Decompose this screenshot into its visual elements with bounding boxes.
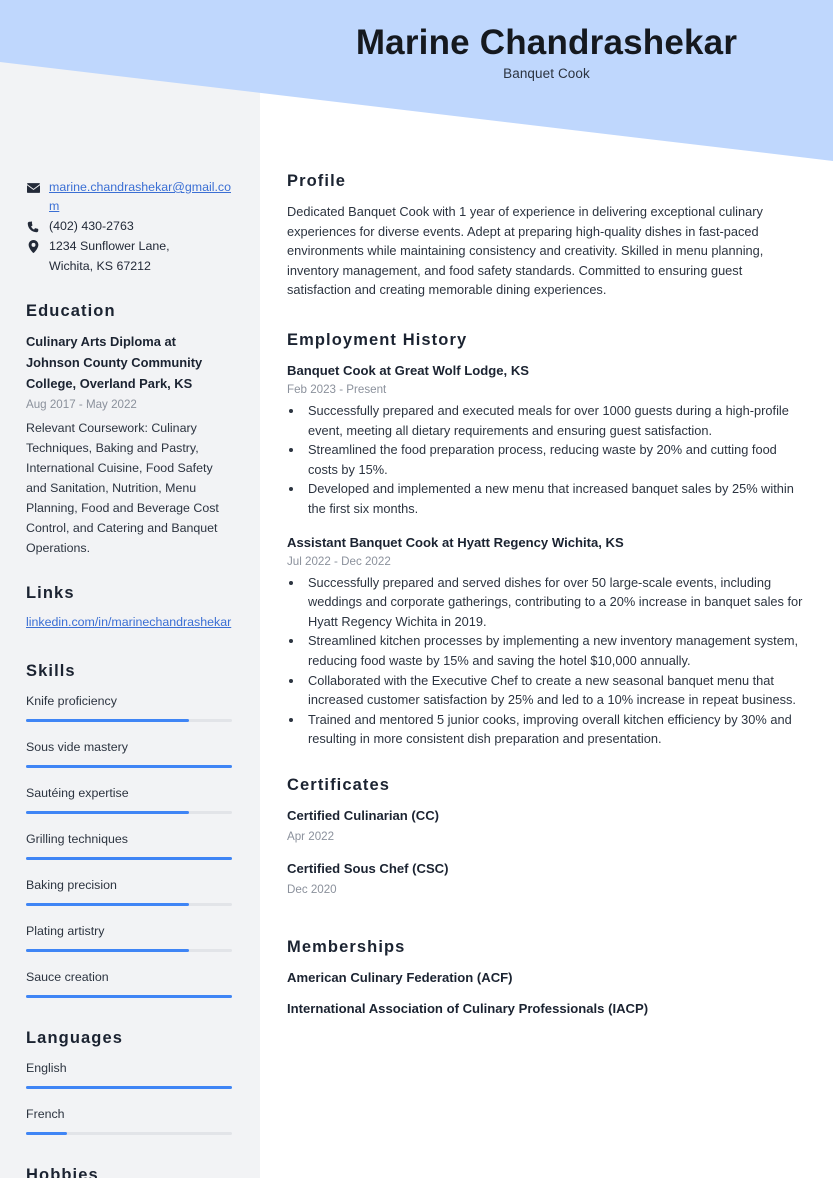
link-linkedin[interactable]: linkedin.com/in/marinechandrashekar [26, 613, 231, 632]
education-title: Culinary Arts Diploma at Johnson County … [26, 334, 203, 391]
header-job-title: Banquet Cook [503, 66, 590, 82]
membership-item: International Association of Culinary Pr… [287, 1000, 649, 1016]
skill-track [26, 949, 232, 952]
job-bullet: Streamlined the food preparation process… [304, 440, 809, 479]
sidebar: marine.chandrashekar@gmail.com (402) 430… [0, 0, 260, 1178]
skill-track [26, 765, 232, 768]
certificate-date: Dec 2020 [287, 882, 337, 896]
skill-label: Plating artistry [26, 924, 105, 938]
map-pin-icon [26, 237, 40, 256]
employment-entry: Assistant Banquet Cook at Hyatt Regency … [287, 533, 809, 749]
skill-track [26, 811, 232, 814]
skill-track [26, 903, 232, 906]
job-bullet: Streamlined kitchen processes by impleme… [304, 631, 809, 670]
language-track [26, 1132, 232, 1135]
contact-address-row: 1234 Sunflower Lane, [26, 237, 232, 256]
skill-label: Baking precision [26, 878, 117, 892]
contact-address-line2: Wichita, KS 67212 [49, 259, 151, 273]
language-label: English [26, 1061, 67, 1075]
membership-item: American Culinary Federation (ACF) [287, 969, 513, 985]
language-fill [26, 1132, 68, 1135]
skill-item: Baking precision [26, 875, 232, 906]
employment-entry: Banquet Cook at Great Wolf Lodge, KS Feb… [287, 361, 809, 519]
page-title: Marine Chandrashekar [355, 23, 738, 62]
section-heading-profile: Profile [287, 172, 347, 190]
contact-list: marine.chandrashekar@gmail.com (402) 430… [26, 178, 232, 256]
education-entry: Culinary Arts Diploma at Johnson County … [26, 331, 232, 558]
job-bullet: Successfully prepared and served dishes … [304, 573, 809, 632]
skill-item: Sous vide mastery [26, 737, 232, 768]
skill-item: Grilling techniques [26, 829, 232, 860]
language-item: English [26, 1058, 232, 1089]
email-link[interactable]: marine.chandrashekar@gmail.com [49, 180, 231, 213]
job-bullet-list: Successfully prepared and executed meals… [304, 401, 809, 519]
language-item: French [26, 1104, 232, 1135]
section-heading-hobbies: Hobbies [26, 1166, 99, 1178]
section-heading-certificates: Certificates [287, 775, 391, 794]
skill-fill [26, 719, 189, 722]
contact-email-row[interactable]: marine.chandrashekar@gmail.com [26, 178, 232, 216]
profile-text: Dedicated Banquet Cook with 1 year of ex… [287, 204, 764, 298]
resume-page: Marine Chandrashekar Banquet Cook marine… [0, 0, 833, 1178]
contact-email-value[interactable]: marine.chandrashekar@gmail.com [49, 178, 232, 216]
job-title: Banquet Cook at Great Wolf Lodge, KS [287, 362, 530, 378]
skill-item: Sauce creation [26, 967, 232, 998]
certificate-entry: Certified Sous Chef (CSC) Dec 2020 [287, 859, 809, 899]
job-bullet-list: Successfully prepared and served dishes … [304, 573, 809, 749]
skill-label: Grilling techniques [26, 832, 128, 846]
skill-item: Sautéing expertise [26, 783, 232, 814]
skill-track [26, 719, 232, 722]
certificate-date: Apr 2022 [287, 829, 335, 843]
contact-phone-value: (402) 430-2763 [49, 219, 134, 233]
education-description: Relevant Coursework: Culinary Techniques… [26, 421, 219, 555]
job-bullet: Successfully prepared and executed meals… [304, 401, 809, 440]
skill-fill [26, 857, 232, 860]
skill-fill [26, 995, 232, 998]
skill-label: Knife proficiency [26, 694, 117, 708]
section-heading-skills: Skills [26, 662, 76, 680]
job-date: Jul 2022 - Dec 2022 [287, 554, 391, 568]
skill-fill [26, 903, 189, 906]
job-date: Feb 2023 - Present [287, 382, 387, 396]
skill-track [26, 857, 232, 860]
header: Marine Chandrashekar Banquet Cook [260, 0, 833, 81]
job-bullet: Collaborated with the Executive Chef to … [304, 671, 809, 710]
education-date: Aug 2017 - May 2022 [26, 398, 137, 411]
skill-label: Sous vide mastery [26, 740, 128, 754]
skill-fill [26, 949, 189, 952]
main-content: Profile Dedicated Banquet Cook with 1 ye… [287, 0, 809, 1030]
job-bullet: Trained and mentored 5 junior cooks, imp… [304, 710, 809, 749]
contact-phone-row: (402) 430-2763 [26, 217, 232, 236]
certificate-title: Certified Sous Chef (CSC) [287, 860, 449, 876]
section-heading-languages: Languages [26, 1029, 124, 1047]
skill-fill [26, 765, 232, 768]
certificate-entry: Certified Culinarian (CC) Apr 2022 [287, 806, 809, 846]
section-heading-education: Education [26, 302, 116, 320]
skill-fill [26, 811, 189, 814]
skill-item: Plating artistry [26, 921, 232, 952]
skill-label: Sauce creation [26, 970, 109, 984]
envelope-icon [26, 178, 40, 197]
skill-track [26, 995, 232, 998]
skill-item: Knife proficiency [26, 691, 232, 722]
section-heading-links: Links [26, 584, 75, 602]
language-track [26, 1086, 232, 1089]
phone-icon [26, 217, 40, 236]
section-heading-employment: Employment History [287, 330, 468, 349]
language-fill [26, 1086, 232, 1089]
certificate-title: Certified Culinarian (CC) [287, 807, 440, 823]
language-label: French [26, 1107, 65, 1121]
job-title: Assistant Banquet Cook at Hyatt Regency … [287, 534, 624, 550]
section-heading-memberships: Memberships [287, 937, 406, 956]
skill-label: Sautéing expertise [26, 786, 129, 800]
job-bullet: Developed and implemented a new menu tha… [304, 479, 809, 518]
contact-address-line1: 1234 Sunflower Lane, [49, 239, 170, 253]
